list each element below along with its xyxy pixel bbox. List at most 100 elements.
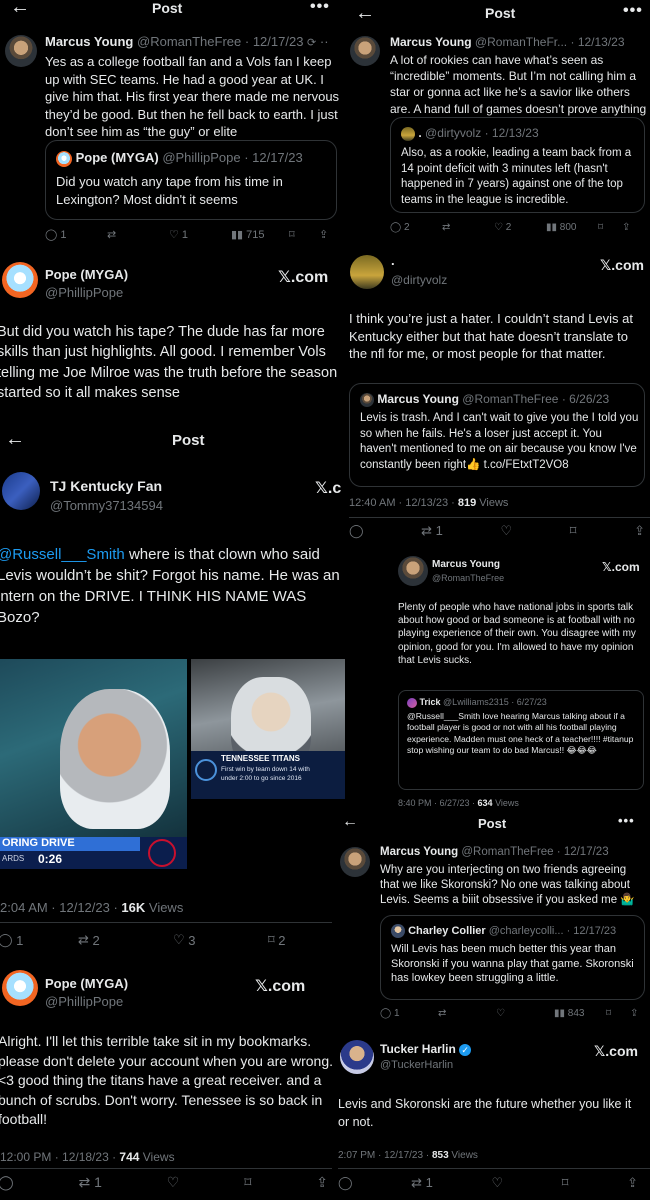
reply-icon[interactable]: ◯ xyxy=(349,523,364,539)
share-icon[interactable]: ⇪ xyxy=(316,1174,328,1191)
like-count: 3 xyxy=(188,932,196,948)
bookmark-icon[interactable]: ⌑ xyxy=(606,1008,630,1019)
author-name[interactable]: Pope (MYGA) xyxy=(45,267,128,282)
tweet-photo-2[interactable]: TENNESSEE TITANS First win by team down … xyxy=(191,659,345,799)
author-handle[interactable]: @Tommy37134594 xyxy=(50,498,163,513)
reply-button[interactable]: ◯ 1 xyxy=(0,932,78,948)
retweet-button[interactable]: ⇄ xyxy=(438,1008,496,1019)
bookmark-icon[interactable]: ⌑ xyxy=(570,523,577,539)
author-handle[interactable]: @RomanTheFree xyxy=(137,34,241,49)
more-options-icon[interactable]: ••• xyxy=(310,0,330,16)
avatar[interactable] xyxy=(350,255,384,289)
share-icon[interactable]: ⇪ xyxy=(319,228,328,241)
mention-link[interactable]: @Russell___Smith xyxy=(407,711,480,721)
reply-icon[interactable]: ◯ xyxy=(338,1175,353,1191)
titans-logo-icon xyxy=(148,839,176,867)
like-icon[interactable]: ♡ xyxy=(501,523,513,539)
views-label: Views xyxy=(145,900,184,915)
author-handle[interactable]: @PhillipPope xyxy=(45,285,123,300)
panel-pope-reply-2: Pope (MYGA) @PhillipPope 𝕏.com Alright. … xyxy=(0,962,335,1200)
reply-header: Tucker Harlin ✓ xyxy=(380,1042,472,1056)
quote-author-name: Pope (MYGA) xyxy=(75,150,159,165)
edited-icon: ⟳ xyxy=(307,37,317,49)
avatar xyxy=(407,697,417,708)
views-label: Views xyxy=(492,798,519,808)
back-arrow-icon[interactable]: ← xyxy=(5,428,25,451)
reply-button[interactable]: ◯ 1 xyxy=(45,228,107,242)
views-button[interactable]: ▮▮ 800 xyxy=(546,222,598,233)
author-name[interactable]: Marcus Young xyxy=(432,559,500,570)
views-button[interactable]: ▮▮ 843 xyxy=(554,1008,606,1019)
more-options-icon[interactable]: ••• xyxy=(618,813,635,828)
reply-view-count: 853 xyxy=(431,1150,449,1161)
avatar[interactable] xyxy=(340,847,370,877)
author-handle[interactable]: @RomanTheFree xyxy=(461,846,553,858)
reply-author-handle[interactable]: @TuckerHarlin xyxy=(380,1059,453,1071)
quote-author-handle: @Lwilliams2315 · 6/27/23 xyxy=(443,697,547,707)
like-button[interactable]: ♡ 1 xyxy=(169,228,231,242)
tweet-meta: 12:40 AM · 12/13/23 · 819 Views xyxy=(349,497,508,509)
panel-marcus-tweet-3: Marcus Young @RomanTheFree 𝕏.com Plenty … xyxy=(390,548,650,813)
retweet-button[interactable]: ⇄ xyxy=(442,222,494,233)
back-arrow-icon[interactable]: ← xyxy=(10,0,30,19)
retweet-button[interactable]: ⇄ xyxy=(107,228,169,241)
author-handle[interactable]: @PhillipPope xyxy=(45,994,123,1009)
top-bar: ← Post ••• xyxy=(332,813,650,843)
share-icon[interactable]: ⇪ xyxy=(627,1175,638,1191)
author-handle[interactable]: @dirtyvolz xyxy=(391,273,447,287)
share-icon[interactable]: ⇪ xyxy=(622,222,630,233)
author-name[interactable]: Marcus Young xyxy=(390,35,472,49)
avatar[interactable] xyxy=(398,556,428,586)
quoted-tweet[interactable]: Trick @Lwilliams2315 · 6/27/23 @Russell_… xyxy=(398,690,644,790)
share-icon[interactable]: ⇪ xyxy=(630,1008,638,1019)
back-arrow-icon[interactable]: ← xyxy=(342,813,358,831)
bookmark-icon[interactable]: ⌑ xyxy=(244,1174,251,1191)
action-bar: ◯ 1 ⇄ 2 ♡ 3 ⌑ 2 xyxy=(0,932,343,948)
author-name[interactable]: . xyxy=(391,253,395,268)
like-icon[interactable]: ♡ xyxy=(167,1174,180,1191)
author-name[interactable]: Marcus Young xyxy=(45,34,133,49)
like-button[interactable]: ♡ xyxy=(496,1008,554,1019)
author-handle[interactable]: @RomanTheFr... xyxy=(475,35,567,49)
quoted-tweet[interactable]: Marcus Young @RomanTheFree · 6/26/23 Lev… xyxy=(349,383,645,487)
reply-author-name[interactable]: Tucker Harlin xyxy=(380,1042,456,1056)
author-name[interactable]: TJ Kentucky Fan xyxy=(50,478,162,494)
retweet-icon[interactable]: ⇄ 1 xyxy=(421,523,443,539)
like-icon[interactable]: ♡ xyxy=(492,1175,504,1191)
bookmark-icon[interactable]: ⌑ xyxy=(289,228,319,241)
retweet-button[interactable]: ⇄ 2 xyxy=(78,932,173,948)
like-button[interactable]: ♡ 3 xyxy=(173,932,268,948)
quote-link[interactable]: t.co/FEtxtT2VO8 xyxy=(484,459,569,471)
quoted-tweet[interactable]: Pope (MYGA) @PhillipPope · 12/17/23 Did … xyxy=(45,140,337,220)
avatar[interactable] xyxy=(2,262,38,298)
bookmark-icon[interactable]: ⌑ xyxy=(598,222,622,233)
reply-meta: 2:07 PM · 12/17/23 · 853 Views xyxy=(338,1150,478,1161)
back-arrow-icon[interactable]: ← xyxy=(355,2,375,25)
share-icon[interactable]: ⇪ xyxy=(634,523,645,539)
author-name[interactable]: Pope (MYGA) xyxy=(45,976,128,991)
avatar[interactable] xyxy=(340,1040,374,1074)
author-handle[interactable]: @RomanTheFree xyxy=(432,573,504,583)
avatar[interactable] xyxy=(2,970,38,1006)
more-options-icon[interactable]: ••• xyxy=(623,2,643,20)
avatar[interactable] xyxy=(5,35,37,67)
tweet-text: Plenty of people who have national jobs … xyxy=(398,602,636,666)
views-button[interactable]: ▮▮ 715 xyxy=(231,228,289,242)
bookmark-icon[interactable]: ⌑ xyxy=(562,1175,569,1191)
tweet-photo-1[interactable]: ORING DRIVE ARDS 0:26 xyxy=(0,659,187,869)
avatar[interactable] xyxy=(2,472,40,510)
action-bar: ◯ 2 ⇄ ♡ 2 ▮▮ 800 ⌑ ⇪ xyxy=(390,222,630,233)
reply-button[interactable]: ◯ 2 xyxy=(390,222,442,233)
retweet-icon[interactable]: ⇄ 1 xyxy=(79,1174,102,1191)
more-icon[interactable]: ·· xyxy=(320,34,329,49)
avatar[interactable] xyxy=(350,36,380,66)
quoted-tweet[interactable]: . @dirtyvolz · 12/13/23 Also, as a rooki… xyxy=(390,117,645,213)
quoted-tweet[interactable]: Charley Collier @charleycolli... · 12/17… xyxy=(380,915,645,1000)
bookmark-button[interactable]: ⌑ 2 xyxy=(268,932,286,948)
like-button[interactable]: ♡ 2 xyxy=(494,222,546,233)
reply-icon[interactable]: ◯ xyxy=(0,1174,14,1191)
retweet-icon[interactable]: ⇄ 1 xyxy=(411,1175,433,1191)
author-name[interactable]: Marcus Young xyxy=(380,846,458,858)
reply-button[interactable]: ◯ 1 xyxy=(380,1008,438,1019)
mention-link[interactable]: @Russell___Smith xyxy=(0,546,125,563)
